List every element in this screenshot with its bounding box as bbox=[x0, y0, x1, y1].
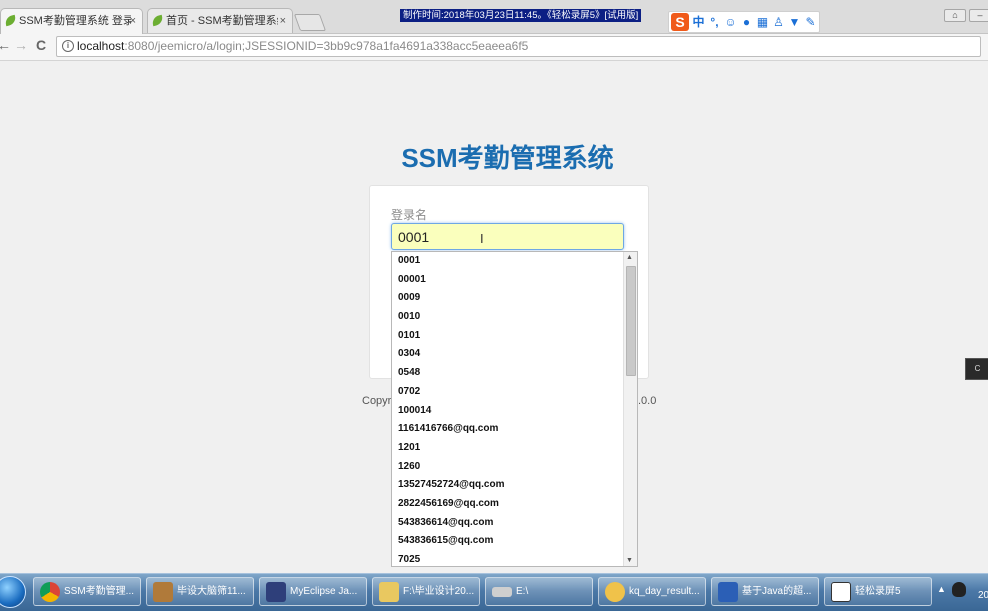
autocomplete-item[interactable]: 0101 bbox=[392, 327, 637, 346]
taskbar-label: SSM考勤管理... bbox=[64, 586, 135, 597]
leaf-favicon-icon bbox=[4, 14, 17, 27]
autocomplete-item[interactable]: 1260 bbox=[392, 458, 637, 477]
address-bar[interactable]: i localhost:8080/jeemicro/a/login;JSESSI… bbox=[56, 36, 981, 57]
autocomplete-item[interactable]: 0009 bbox=[392, 289, 637, 308]
autocomplete-item[interactable]: 13527452724@qq.com bbox=[392, 476, 637, 495]
sogou-logo-icon[interactable]: S bbox=[671, 13, 689, 31]
tab-title: 首页 - SSM考勤管理系统 bbox=[166, 15, 278, 27]
drive-icon bbox=[492, 587, 512, 597]
autocomplete-dropdown[interactable]: 0001 00001 0009 0010 0101 0304 0548 0702… bbox=[391, 251, 638, 567]
tab-close-icon[interactable]: × bbox=[130, 9, 136, 33]
shirt-icon[interactable]: ▼ bbox=[788, 15, 801, 29]
autocomplete-item[interactable]: 0304 bbox=[392, 345, 637, 364]
start-button[interactable] bbox=[0, 576, 26, 608]
taskbar-label: 毕设大脑筛11... bbox=[177, 586, 246, 597]
reload-icon[interactable]: C bbox=[36, 37, 46, 53]
user-icon[interactable]: ♙ bbox=[772, 15, 785, 29]
keyboard-icon[interactable]: ▦ bbox=[756, 15, 769, 29]
username-input[interactable] bbox=[391, 223, 624, 250]
page-title: SSM考勤管理系统 bbox=[401, 143, 614, 173]
address-path: :8080/jeemicro/a/login;JSESSIONID=3bb9c9… bbox=[124, 39, 529, 53]
autocomplete-item[interactable]: 543836614@qq.com bbox=[392, 514, 637, 533]
tab-home[interactable]: 首页 - SSM考勤管理系统 × bbox=[147, 8, 293, 33]
taskbar-label: 轻松录屏5 bbox=[855, 586, 901, 597]
microphone-icon[interactable]: ● bbox=[740, 15, 753, 29]
scroll-thumb[interactable] bbox=[626, 266, 636, 376]
autocomplete-item[interactable]: 543836615@qq.com bbox=[392, 532, 637, 551]
taskbar-item-screen-recorder[interactable]: 轻松录屏5 bbox=[824, 577, 932, 606]
address-host: localhost bbox=[77, 39, 125, 53]
new-tab-button[interactable] bbox=[293, 14, 327, 31]
taskbar-label: 基于Java的超... bbox=[742, 586, 812, 597]
taskbar-label: kq_day_result... bbox=[629, 586, 700, 597]
tab-login[interactable]: SSM考勤管理系统 登录 × bbox=[0, 8, 143, 34]
tab-close-icon[interactable]: × bbox=[280, 9, 286, 33]
browser-toolbar: ← → C i localhost:8080/jeemicro/a/login;… bbox=[0, 34, 988, 61]
copyright-text: Copyri bbox=[362, 395, 394, 407]
ime-mode[interactable]: 中 bbox=[692, 15, 705, 29]
tray-clock[interactable]: 20 bbox=[978, 590, 988, 601]
ime-toolbar[interactable]: S 中 °, ☺ ● ▦ ♙ ▼ ✎ bbox=[668, 11, 820, 33]
profile-button[interactable]: ⌂ bbox=[944, 9, 966, 22]
back-icon[interactable]: ← bbox=[0, 37, 11, 53]
side-widget[interactable]: C bbox=[965, 358, 988, 380]
info-icon[interactable]: i bbox=[62, 40, 74, 52]
qq-icon[interactable] bbox=[952, 582, 966, 597]
folder-icon bbox=[379, 582, 399, 602]
taskbar-item-folder-f[interactable]: F:\毕业设计20... bbox=[372, 577, 480, 606]
text-cursor-icon: I bbox=[480, 231, 484, 246]
autocomplete-item[interactable]: 0001 bbox=[392, 252, 637, 271]
browser-tab-strip: SSM考勤管理系统 登录 × 首页 - SSM考勤管理系统 × 制作时间:201… bbox=[0, 0, 988, 34]
autocomplete-item[interactable]: 00001 bbox=[392, 271, 637, 290]
minimize-button[interactable]: – bbox=[969, 9, 988, 22]
username-label: 登录名 bbox=[391, 208, 428, 222]
autocomplete-item[interactable]: 1201 bbox=[392, 439, 637, 458]
autocomplete-item[interactable]: 0548 bbox=[392, 364, 637, 383]
autocomplete-item[interactable]: 7025 bbox=[392, 551, 637, 566]
taskbar-item-kq-day-result[interactable]: kq_day_result... bbox=[598, 577, 706, 606]
taskbar-label: MyEclipse Ja... bbox=[290, 586, 358, 597]
taskbar: SSM考勤管理... 毕设大脑筛11... MyEclipse Ja... F:… bbox=[0, 573, 988, 611]
taskbar-label: E:\ bbox=[516, 586, 529, 597]
taskbar-item-word-doc[interactable]: 基于Java的超... bbox=[711, 577, 819, 606]
leaf-favicon-icon bbox=[151, 14, 164, 27]
taskbar-label: F:\毕业设计20... bbox=[403, 586, 475, 597]
taskbar-item-thesis[interactable]: 毕设大脑筛11... bbox=[146, 577, 254, 606]
word-icon bbox=[718, 582, 738, 602]
recording-watermark: 制作时间:2018年03月23日11:45。《轻松录屏5》[试用版] bbox=[400, 9, 642, 22]
forward-icon[interactable]: → bbox=[14, 37, 28, 53]
taskbar-item-chrome[interactable]: SSM考勤管理... bbox=[33, 577, 141, 606]
folder-app-icon bbox=[153, 582, 173, 602]
scroll-down-icon[interactable]: ▼ bbox=[626, 557, 633, 564]
punctuation-icon[interactable]: °, bbox=[708, 15, 721, 29]
version-text: .0.0 bbox=[638, 395, 657, 407]
tray-expand-icon[interactable]: ▲ bbox=[937, 584, 946, 594]
chrome-icon bbox=[40, 582, 60, 602]
tab-title: SSM考勤管理系统 登录 bbox=[19, 15, 131, 27]
database-icon bbox=[605, 582, 625, 602]
autocomplete-item[interactable]: 100014 bbox=[392, 402, 637, 421]
autocomplete-item[interactable]: 2822456169@qq.com bbox=[392, 495, 637, 514]
screen-recorder-icon bbox=[831, 582, 851, 602]
scroll-up-icon[interactable]: ▲ bbox=[626, 254, 633, 261]
taskbar-item-myeclipse[interactable]: MyEclipse Ja... bbox=[259, 577, 367, 606]
myeclipse-icon bbox=[266, 582, 286, 602]
autocomplete-item[interactable]: 0010 bbox=[392, 308, 637, 327]
taskbar-item-drive-e[interactable]: E:\ bbox=[485, 577, 593, 606]
wrench-icon[interactable]: ✎ bbox=[804, 15, 817, 29]
autocomplete-item[interactable]: 0702 bbox=[392, 383, 637, 402]
emoji-icon[interactable]: ☺ bbox=[724, 15, 737, 29]
autocomplete-item[interactable]: 1161416766@qq.com bbox=[392, 420, 637, 439]
autocomplete-scrollbar[interactable]: ▲ ▼ bbox=[623, 252, 637, 566]
